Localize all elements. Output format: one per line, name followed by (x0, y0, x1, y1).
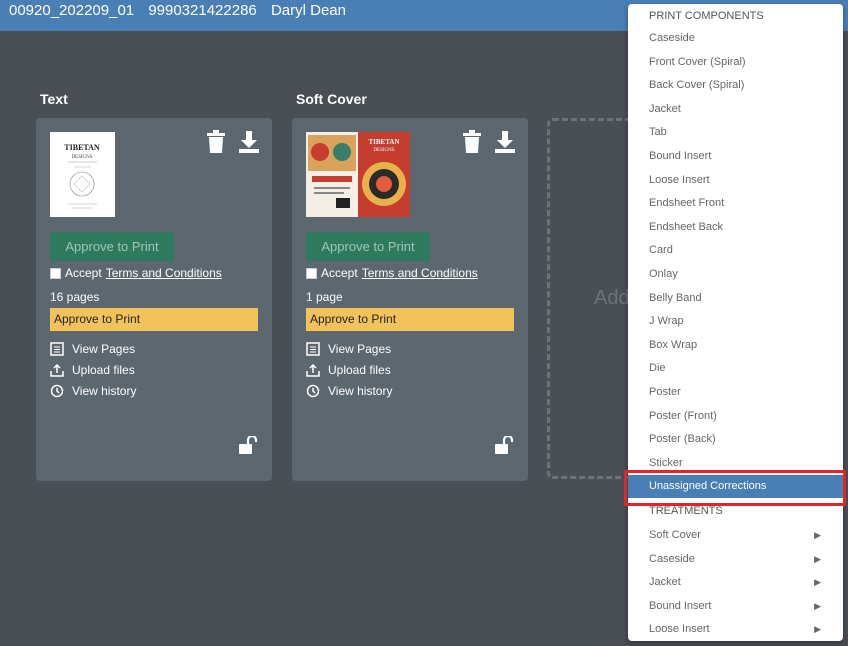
thumb-subtitle: DESIGNS (71, 155, 92, 160)
terms-link[interactable]: Terms and Conditions (362, 266, 478, 280)
chevron-right-icon: ▶ (814, 553, 821, 564)
menu-item-caseside[interactable]: Caseside (628, 27, 843, 50)
menu-item-treatment-soft-cover[interactable]: Soft Cover ▶ (628, 524, 843, 547)
user-name: Daryl Dean (270, 2, 346, 19)
trash-icon[interactable] (206, 130, 228, 154)
accept-label: Accept (65, 266, 102, 280)
menu-header-print-components: PRINT COMPONENTS (649, 10, 764, 22)
menu-item-die[interactable]: Die (628, 357, 843, 380)
view-pages-link[interactable]: View Pages (50, 342, 135, 356)
upload-icon (306, 363, 320, 377)
add-component-label: Add (594, 287, 630, 309)
chevron-right-icon: ▶ (814, 577, 821, 588)
menu-item-label: Jacket (649, 576, 681, 589)
unlock-icon[interactable] (238, 434, 258, 461)
card-actions (206, 130, 260, 154)
selection-highlight (624, 470, 846, 506)
thumb-title: TIBETAN (369, 138, 400, 146)
card-actions (462, 130, 516, 154)
history-icon (50, 384, 64, 398)
view-pages-icon (50, 342, 64, 356)
download-icon[interactable] (238, 130, 260, 154)
menu-item-jacket[interactable]: Jacket (628, 98, 843, 121)
thumb-title: TIBETAN (64, 143, 100, 152)
menu-item-treatment-loose-insert[interactable]: Loose Insert ▶ (628, 618, 843, 641)
page-count: 16 pages (50, 290, 100, 304)
trash-icon[interactable] (462, 130, 484, 154)
section-title-text: Text (40, 91, 68, 107)
download-icon[interactable] (494, 130, 516, 154)
chevron-right-icon: ▶ (814, 624, 821, 635)
menu-item-treatment-caseside[interactable]: Caseside ▶ (628, 548, 843, 571)
menu-item-bound-insert[interactable]: Bound Insert (628, 145, 843, 168)
upload-files-link[interactable]: Upload files (50, 363, 135, 377)
upload-files-label: Upload files (328, 363, 391, 377)
chevron-right-icon: ▶ (814, 530, 821, 540)
thumbnail-text[interactable]: TIBETAN DESIGNS (50, 132, 115, 217)
approve-to-print-button[interactable]: Approve to Print (306, 232, 430, 261)
accept-label: Accept (321, 266, 358, 280)
menu-item-front-cover-spiral[interactable]: Front Cover (Spiral) (628, 51, 843, 74)
view-pages-link[interactable]: View Pages (306, 342, 391, 356)
component-card-soft-cover: TIBETAN DESIGNS Approve to Print Accept … (292, 118, 528, 481)
status-badge: Approve to Print (306, 308, 514, 331)
menu-item-endsheet-front[interactable]: Endsheet Front (628, 192, 843, 215)
menu-item-onlay[interactable]: Onlay (628, 263, 843, 286)
status-badge: Approve to Print (50, 308, 258, 331)
menu-item-label: Loose Insert (649, 623, 710, 636)
upload-files-label: Upload files (72, 363, 135, 377)
accept-terms-checkbox[interactable] (50, 267, 61, 279)
view-history-label: View history (72, 384, 137, 398)
menu-item-poster-front[interactable]: Poster (Front) (628, 405, 843, 428)
accept-terms-row: Accept Terms and Conditions (50, 266, 222, 280)
component-dropdown-menu: PRINT COMPONENTS Caseside Front Cover (Sp… (628, 4, 843, 641)
approve-to-print-button[interactable]: Approve to Print (50, 232, 174, 261)
menu-item-endsheet-back[interactable]: Endsheet Back (628, 216, 843, 239)
isbn: 9990321422286 (148, 2, 257, 19)
unlock-icon[interactable] (494, 434, 514, 461)
menu-item-label: Caseside (649, 552, 695, 565)
menu-item-label: Bound Insert (649, 599, 712, 612)
menu-item-j-wrap[interactable]: J Wrap (628, 310, 843, 333)
thumb-subtitle: DESIGNS (373, 148, 394, 153)
thumbnail-soft-cover[interactable]: TIBETAN DESIGNS (306, 132, 410, 217)
menu-item-poster[interactable]: Poster (628, 381, 843, 404)
page-count: 1 page (306, 290, 343, 304)
order-info: 00920_202209_01 9990321422286 Daryl Dean (9, 2, 356, 19)
upload-icon (50, 363, 64, 377)
section-title-soft-cover: Soft Cover (296, 91, 367, 107)
menu-item-poster-back[interactable]: Poster (Back) (628, 428, 843, 451)
history-icon (306, 384, 320, 398)
menu-item-treatment-jacket[interactable]: Jacket ▶ (628, 571, 843, 594)
menu-item-back-cover-spiral[interactable]: Back Cover (Spiral) (628, 74, 843, 97)
thumbnail-image: TIBETAN DESIGNS (306, 132, 410, 217)
view-pages-label: View Pages (328, 342, 392, 356)
view-pages-label: View Pages (72, 342, 136, 356)
menu-item-card[interactable]: Card (628, 239, 843, 262)
menu-item-label: Soft Cover (649, 529, 701, 541)
menu-item-loose-insert[interactable]: Loose Insert (628, 169, 843, 192)
thumbnail-image: TIBETAN DESIGNS (50, 132, 115, 217)
upload-files-link[interactable]: Upload files (306, 363, 391, 377)
view-history-link[interactable]: View history (50, 384, 136, 398)
terms-link[interactable]: Terms and Conditions (106, 266, 222, 280)
accept-terms-row: Accept Terms and Conditions (306, 266, 478, 280)
component-card-text: TIBETAN DESIGNS Approve to Print Accept … (36, 118, 272, 481)
chevron-right-icon: ▶ (814, 600, 821, 611)
menu-item-treatment-bound-insert[interactable]: Bound Insert ▶ (628, 595, 843, 618)
menu-item-tab[interactable]: Tab (628, 121, 843, 144)
accept-terms-checkbox[interactable] (306, 267, 317, 279)
view-history-link[interactable]: View history (306, 384, 392, 398)
view-pages-icon (306, 342, 320, 356)
order-id: 00920_202209_01 (9, 2, 135, 19)
menu-header-treatments: TREATMENTS (649, 505, 723, 517)
menu-item-belly-band[interactable]: Belly Band (628, 287, 843, 310)
view-history-label: View history (328, 384, 393, 398)
menu-item-box-wrap[interactable]: Box Wrap (628, 334, 843, 357)
